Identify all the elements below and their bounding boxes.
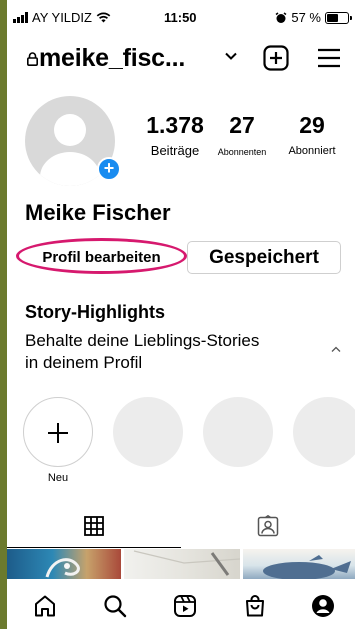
alarm-icon [275, 11, 287, 23]
grid-icon [84, 516, 104, 536]
tab-tagged[interactable] [181, 512, 355, 548]
chevron-down-icon[interactable] [225, 52, 237, 60]
following-label: Abonniert [288, 145, 336, 157]
posts-count: 1.378 [146, 112, 204, 138]
signal-icon [13, 12, 28, 23]
highlight-placeholder [113, 397, 183, 467]
clock: 11:50 [164, 10, 197, 25]
profile-icon[interactable] [311, 594, 335, 618]
status-right: 57 % [275, 10, 352, 25]
new-highlight-label: Neu [47, 472, 69, 484]
search-icon[interactable] [103, 594, 127, 618]
add-story-icon[interactable]: + [97, 157, 121, 181]
stat-posts[interactable]: 1.378 Beiträge [143, 112, 207, 158]
reels-icon[interactable] [173, 594, 197, 618]
home-icon[interactable] [33, 594, 57, 618]
tab-posts-grid[interactable] [7, 512, 181, 548]
username[interactable]: meike_fisc... [39, 44, 185, 73]
tagged-icon [257, 515, 279, 537]
full-name: Meike Fischer [25, 200, 171, 225]
carrier-name: AY YILDIZ [32, 10, 92, 25]
post-thumbnail[interactable] [243, 549, 355, 579]
post-thumbnail[interactable] [7, 549, 121, 579]
followers-count: 27 [229, 112, 255, 138]
bottom-nav [7, 579, 355, 629]
highlight-placeholder [293, 397, 355, 467]
menu-icon[interactable] [317, 48, 341, 68]
posts-label: Beiträge [150, 143, 200, 158]
instagram-profile-screen: AY YILDIZ 11:50 57 % meike_fisc... + 1.3… [7, 0, 355, 629]
shop-icon[interactable] [243, 594, 267, 618]
battery-icon [325, 11, 352, 24]
carrier-info: AY YILDIZ [13, 10, 111, 25]
chevron-up-icon[interactable] [331, 346, 341, 353]
saved-button[interactable]: Gespeichert [187, 241, 341, 274]
edit-profile-button[interactable]: Profil bearbeiten [16, 238, 187, 274]
post-thumbnail[interactable] [124, 549, 240, 579]
profile-header: meike_fisc... [7, 38, 355, 82]
create-post-icon[interactable] [263, 45, 289, 71]
highlight-placeholder [203, 397, 273, 467]
followers-label: Abonnenten [217, 147, 267, 157]
new-highlight-button[interactable] [23, 397, 93, 467]
battery-percent: 57 % [291, 10, 321, 25]
stat-followers[interactable]: 27 Abonnenten [210, 112, 274, 157]
wifi-icon [96, 12, 111, 23]
battery-level [327, 13, 339, 22]
story-highlights-title: Story-Highlights [25, 302, 165, 322]
following-count: 29 [299, 112, 325, 138]
lock-icon [27, 52, 38, 66]
story-highlights-description: Behalte deine Lieblings-Stories in deine… [25, 331, 260, 372]
status-bar: AY YILDIZ 11:50 57 % [7, 0, 355, 36]
edit-profile-label: Profil bearbeiten [42, 249, 161, 266]
stat-following[interactable]: 29 Abonniert [280, 112, 344, 157]
